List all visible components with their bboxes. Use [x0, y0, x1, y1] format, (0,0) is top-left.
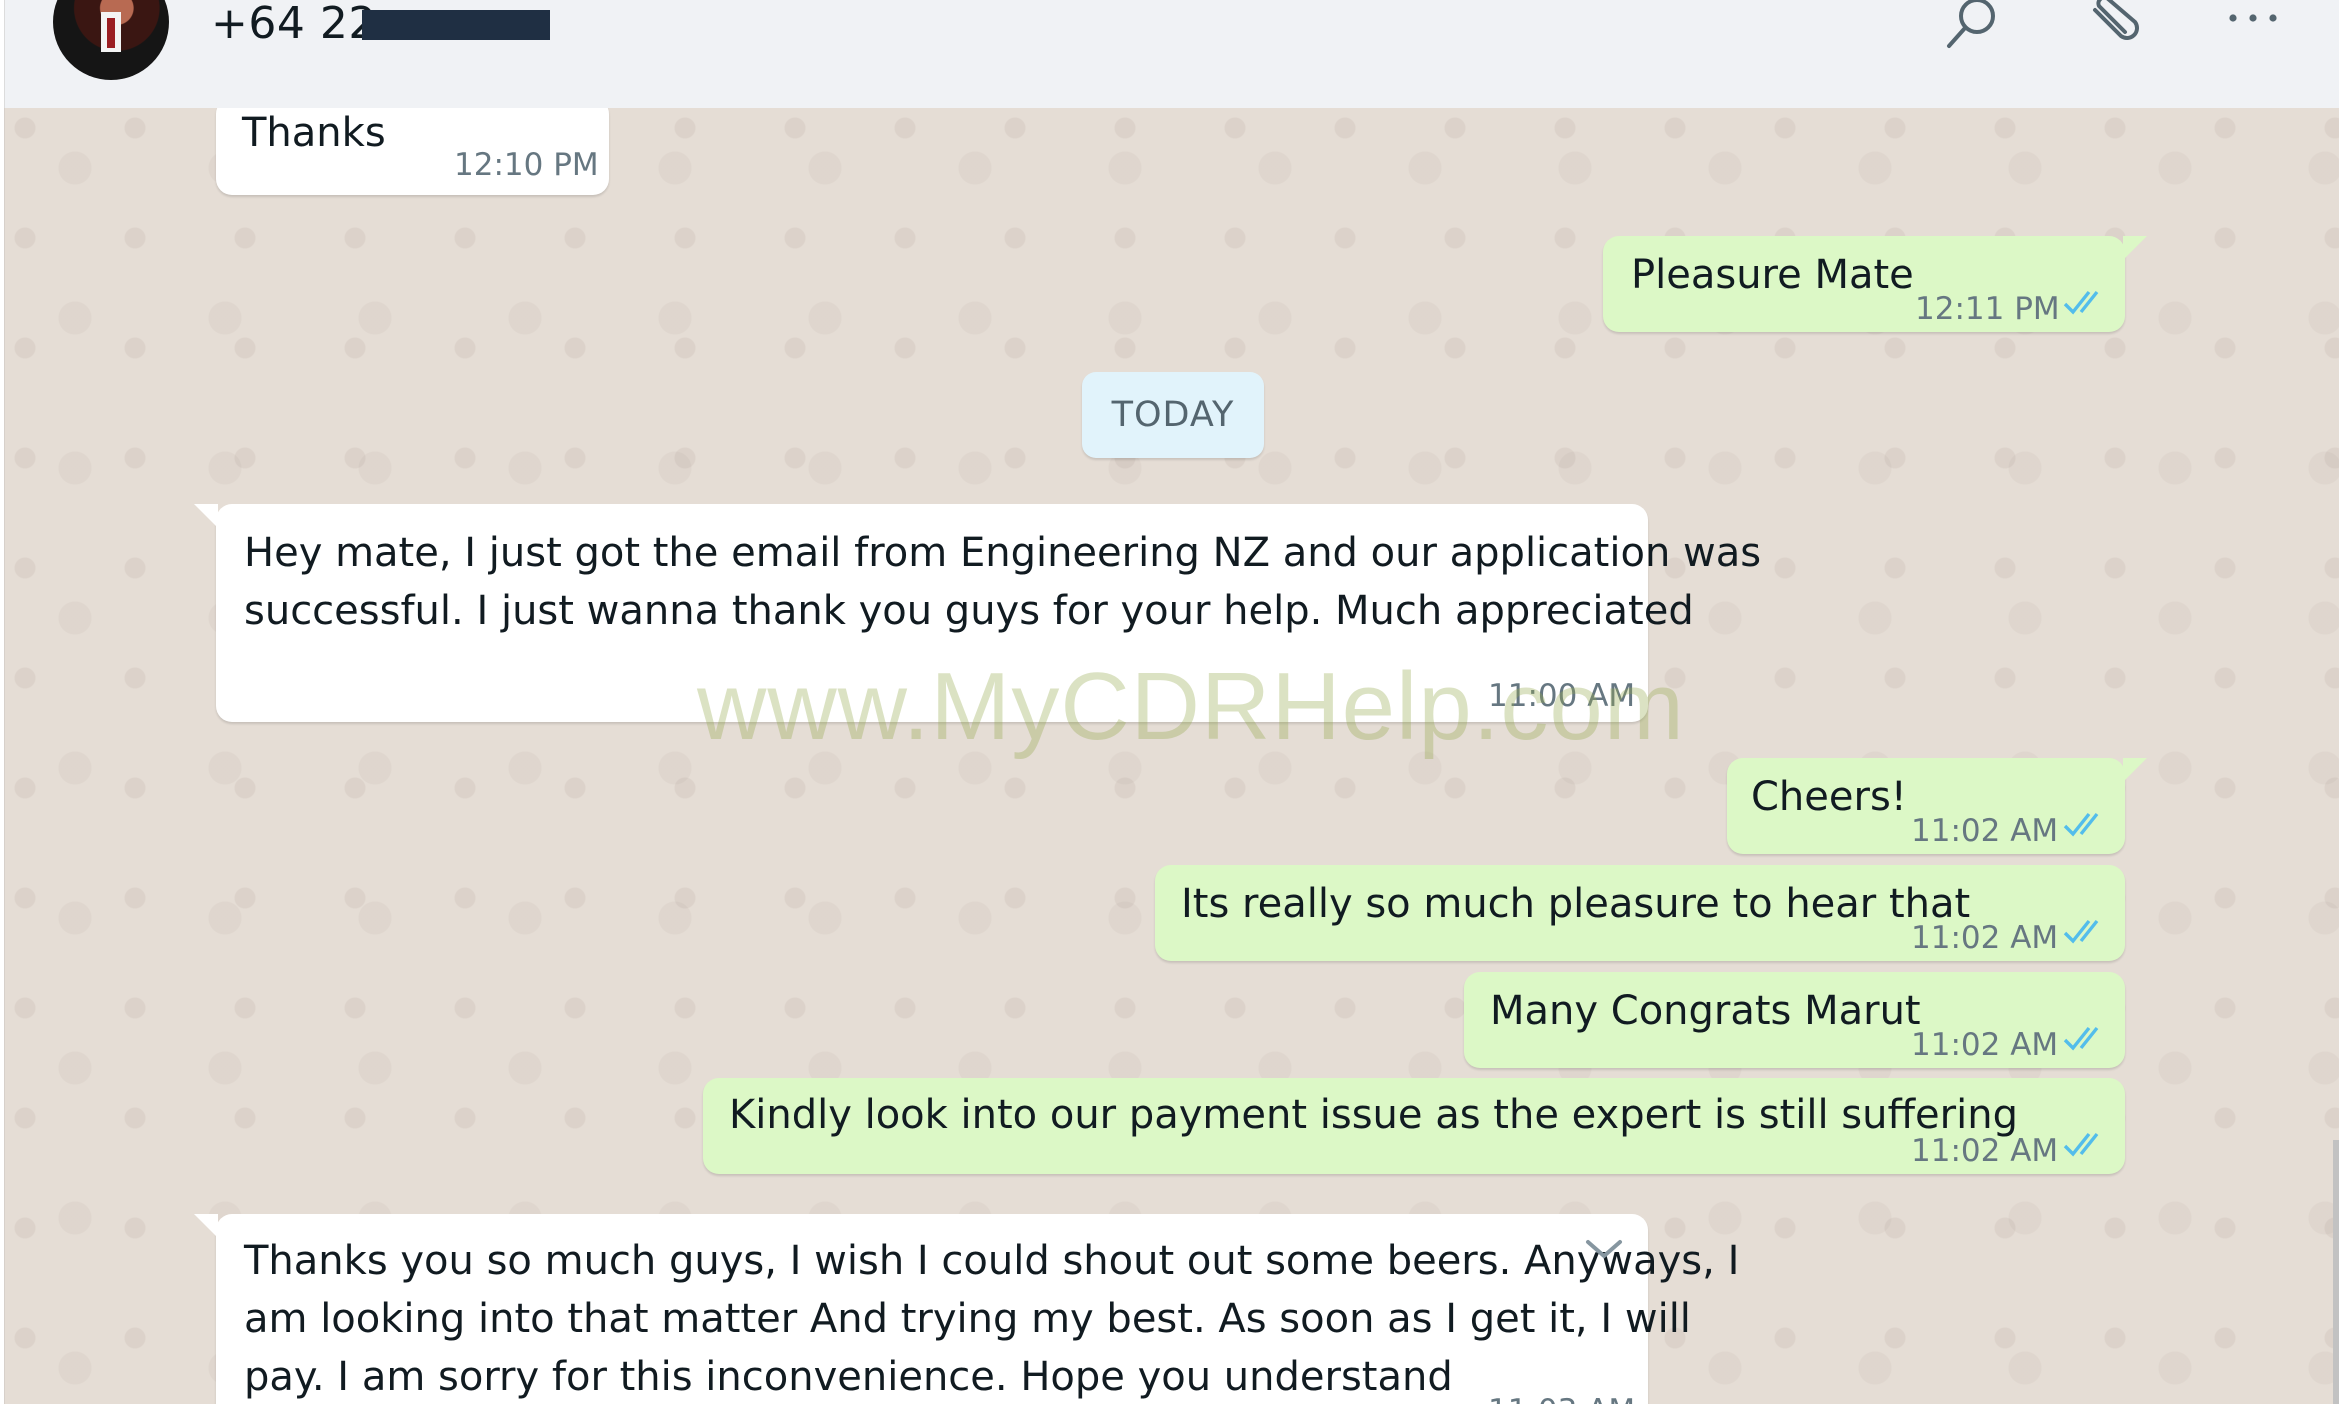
chat-header: +64 22: [4, 0, 2339, 108]
read-receipt-icon: [2063, 812, 2099, 837]
message-time: 11:02 AM: [1911, 920, 2059, 956]
bubble-tail: [2123, 236, 2147, 260]
read-receipt-icon: [2063, 1026, 2099, 1051]
message-text-line: pay. I am sorry for this inconvenience. …: [244, 1354, 1453, 1400]
redacted-number-bar: [362, 10, 550, 40]
search-icon[interactable]: [1941, 0, 2005, 56]
message-time: 11:03 AM: [1488, 1382, 1635, 1404]
message-text: Kindly look into our payment issue as th…: [729, 1092, 2018, 1138]
avatar-tie: [107, 18, 115, 48]
incoming-message[interactable]: Thanks 12:10 PM: [216, 108, 609, 195]
outgoing-message[interactable]: Pleasure Mate 12:11 PM: [1603, 236, 2147, 332]
message-time: 11:02 AM: [1911, 813, 2059, 849]
message-text: Pleasure Mate: [1631, 252, 1914, 298]
watermark-text: www.MyCDRHelp.com: [697, 653, 1685, 760]
outgoing-message[interactable]: Kindly look into our payment issue as th…: [703, 1078, 2125, 1174]
whatsapp-chat-window: +64 22 Thanks 12:10 PM Pleasure Mate 12:…: [0, 0, 2339, 1404]
message-text-line: Hey mate, I just got the email from Engi…: [244, 530, 1762, 576]
message-text: Cheers!: [1751, 774, 1907, 820]
read-receipt-icon: [2063, 919, 2099, 944]
read-receipt-icon: [2063, 1132, 2099, 1157]
message-text: Many Congrats Marut: [1490, 988, 1921, 1034]
bubble-tail: [2123, 758, 2147, 782]
outgoing-message[interactable]: Many Congrats Marut 11:02 AM: [1464, 972, 2125, 1068]
message-text-line: Thanks you so much guys, I wish I could …: [244, 1238, 1740, 1284]
contact-name[interactable]: +64 22: [211, 0, 377, 52]
message-time: 11:02 AM: [1911, 1027, 2059, 1063]
scrollbar-thumb[interactable]: [2333, 1140, 2339, 1404]
outgoing-message[interactable]: Its really so much pleasure to hear that…: [1155, 865, 2125, 961]
date-divider: TODAY: [1082, 372, 1264, 458]
attach-icon[interactable]: [2081, 0, 2145, 56]
menu-icon[interactable]: [2221, 0, 2285, 56]
chevron-down-icon[interactable]: [1584, 1236, 1624, 1262]
contact-avatar[interactable]: [53, 0, 169, 80]
bubble-tail: [194, 504, 218, 528]
bubble-tail: [194, 1214, 218, 1238]
message-time: 12:11 PM: [1915, 291, 2060, 327]
message-text: Its really so much pleasure to hear that: [1181, 881, 1971, 927]
incoming-message[interactable]: Thanks you so much guys, I wish I could …: [194, 1214, 1739, 1404]
message-text-line: am looking into that matter And trying m…: [244, 1296, 1691, 1342]
message-text-line: successful. I just wanna thank you guys …: [244, 588, 1694, 634]
read-receipt-icon: [2063, 290, 2099, 315]
chat-message-area[interactable]: Thanks 12:10 PM Pleasure Mate 12:11 PM T…: [4, 108, 2339, 1404]
outgoing-message[interactable]: Cheers! 11:02 AM: [1727, 758, 2147, 854]
message-time: 12:10 PM: [454, 147, 599, 183]
message-time: 11:02 AM: [1911, 1133, 2059, 1169]
message-text: Thanks: [242, 110, 386, 156]
